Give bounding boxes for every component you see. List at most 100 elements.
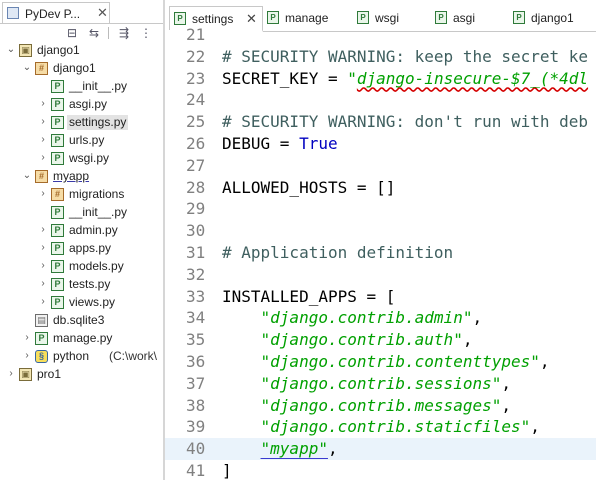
collapse-all-icon[interactable]: ⊟	[64, 26, 80, 40]
python-file-icon: P	[435, 11, 447, 24]
code-editor: Psettings ✕ Pmanage Pwsgi Pasgi Pdjango1 21 22…	[165, 0, 596, 480]
code-line[interactable]: 35 "django.contrib.auth",	[165, 329, 596, 351]
code-text: "django.contrib.sessions",	[222, 373, 511, 395]
package-explorer-icon	[7, 7, 19, 19]
python-file-icon: P	[267, 11, 279, 24]
collapse-arrow-icon[interactable]: ›	[6, 367, 16, 381]
code-line[interactable]: 39 "django.contrib.staticfiles",	[165, 416, 596, 438]
expand-arrow-icon[interactable]: ⌄	[6, 43, 16, 57]
code-text: # Application definition	[222, 242, 453, 264]
code-token: # SECURITY WARNING: don't run with deb	[222, 112, 589, 132]
tree-item[interactable]: › Padmin.py	[0, 222, 163, 240]
code-line[interactable]: 33 INSTALLED_APPS = [	[165, 286, 596, 308]
pydev-package-explorer: PyDev P... ✕ ⊟ ⇆ ⇶ ⋮ ⌄ ▣ django1 ⌄ # django1 P…	[0, 0, 164, 480]
code-token: "django.contrib.contenttypes"	[260, 352, 540, 371]
tree-item[interactable]: › Purls.py	[0, 132, 163, 150]
code-line[interactable]: 27	[165, 155, 596, 177]
python-file-icon: P	[51, 224, 64, 237]
tree-item[interactable]: › Pmanage.py	[0, 330, 163, 348]
link-with-editor-icon[interactable]: ⇆	[86, 26, 102, 40]
collapse-arrow-icon[interactable]: ›	[38, 115, 48, 129]
code-token: "django.contrib.messages"	[260, 395, 502, 415]
code-line[interactable]: 41]	[165, 460, 596, 480]
tree-item[interactable]: P __init__.py	[0, 78, 163, 96]
code-line[interactable]: 30	[165, 220, 596, 242]
tree-item[interactable]: › Pviews.py	[0, 294, 163, 312]
tree-item[interactable]: › ▣ pro1	[0, 366, 163, 384]
python-file-icon: P	[51, 296, 64, 309]
code-line[interactable]: 24	[165, 89, 596, 111]
tree-item[interactable]: › # migrations	[0, 186, 163, 204]
code-line[interactable]: 32	[165, 264, 596, 286]
code-line[interactable]: 37 "django.contrib.sessions",	[165, 373, 596, 395]
tree-item[interactable]: › Pasgi.py	[0, 96, 163, 114]
collapse-arrow-icon[interactable]: ›	[22, 331, 32, 345]
line-number: 23	[186, 68, 206, 88]
tree-item[interactable]: › Pmodels.py	[0, 258, 163, 276]
tree-item[interactable]: › Ptests.py	[0, 276, 163, 294]
view-menu-icon[interactable]: ⋮	[138, 26, 154, 40]
project-icon: ▣	[19, 368, 32, 381]
python-file-icon: P	[51, 152, 64, 165]
collapse-arrow-icon[interactable]: ›	[38, 133, 48, 147]
python-file-icon: P	[51, 116, 64, 129]
code-token: # Application definition	[222, 243, 454, 262]
code-line[interactable]: 29	[165, 198, 596, 220]
collapse-arrow-icon[interactable]: ›	[38, 187, 48, 201]
collapse-arrow-icon[interactable]: ›	[38, 241, 48, 255]
code-line[interactable]: 31 # Application definition	[165, 242, 596, 264]
code-text: "django.contrib.messages",	[222, 395, 511, 417]
expand-arrow-icon[interactable]: ⌄	[22, 169, 32, 183]
code-line[interactable]: 25 # SECURITY WARNING: don't run with deb	[165, 111, 596, 133]
code-line[interactable]: 23 SECRET_KEY = "django-insecure-$7_(*4dl	[165, 68, 596, 90]
code-line[interactable]: 21	[165, 24, 596, 46]
editor-tab-label: wsgi	[375, 11, 400, 25]
collapse-arrow-icon[interactable]: ›	[38, 97, 48, 111]
python-file-icon: P	[51, 278, 64, 291]
line-number: 30	[186, 221, 206, 241]
tree-item-label: urls.py	[69, 133, 105, 147]
close-icon[interactable]: ✕	[97, 5, 108, 21]
line-number: 26	[186, 134, 206, 153]
collapse-arrow-icon[interactable]: ›	[38, 277, 48, 291]
code-line[interactable]: 40 "myapp",	[165, 438, 596, 461]
code-token: ]	[222, 461, 232, 480]
collapse-arrow-icon[interactable]: ›	[22, 349, 32, 363]
tree-item[interactable]: ⌄ ▣ django1	[0, 42, 163, 60]
tree-item[interactable]: P __init__.py	[0, 204, 163, 222]
filters-icon[interactable]: ⇶	[116, 26, 132, 40]
collapse-arrow-icon[interactable]: ›	[38, 151, 48, 165]
tree-item[interactable]: ⌄ # django1	[0, 60, 163, 78]
code-token: "django.contrib.auth"	[260, 330, 463, 350]
code-text: SECRET_KEY = "django-insecure-$7_(*4dl	[222, 68, 588, 90]
code-line[interactable]: 26 DEBUG = True	[165, 133, 596, 155]
python-file-icon: P	[357, 11, 369, 24]
code-area[interactable]: 21 22 # SECURITY WARNING: keep the secret …	[165, 25, 596, 480]
tree-item[interactable]: › Papps.py	[0, 240, 163, 258]
code-line[interactable]: 38 "django.contrib.messages",	[165, 395, 596, 417]
expand-arrow-icon[interactable]: ⌄	[22, 61, 32, 75]
code-text: "django.contrib.auth",	[222, 329, 473, 351]
line-number: 27	[186, 155, 206, 175]
code-line[interactable]: 34 "django.contrib.admin",	[165, 307, 596, 329]
tree-item-label: wsgi.py	[69, 151, 110, 165]
code-token: True	[299, 134, 338, 153]
tree-item[interactable]: › Pwsgi.py	[0, 150, 163, 168]
code-text: "django.contrib.admin",	[222, 307, 483, 329]
code-line[interactable]: 22 # SECURITY WARNING: keep the secret ke	[165, 46, 596, 68]
tree-item[interactable]: › Psettings.py	[0, 114, 163, 132]
code-text: # SECURITY WARNING: keep the secret ke	[222, 46, 588, 68]
collapse-arrow-icon[interactable]: ›	[38, 259, 48, 273]
code-line[interactable]: 28 ALLOWED_HOSTS = []	[165, 177, 596, 199]
code-line[interactable]: 36 "django.contrib.contenttypes",	[165, 351, 596, 373]
project-icon: ▣	[19, 44, 32, 57]
explorer-view-tab[interactable]: PyDev P... ✕	[2, 2, 110, 24]
tree-item[interactable]: ⌄ # myapp	[0, 168, 163, 186]
tree-item[interactable]: ▤ db.sqlite3	[0, 312, 163, 330]
package-icon: #	[35, 170, 48, 183]
collapse-arrow-icon[interactable]: ›	[38, 223, 48, 237]
collapse-arrow-icon[interactable]: ›	[38, 295, 48, 309]
tree-item[interactable]: › § python (C:\work\	[0, 348, 163, 366]
